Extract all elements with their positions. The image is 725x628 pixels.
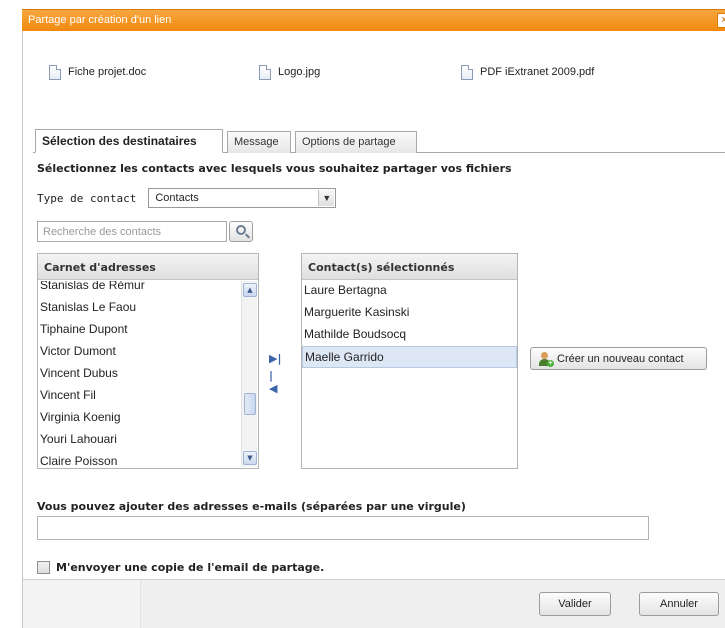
add-contact-arrow-icon[interactable]: ▶| <box>269 352 281 366</box>
list-item[interactable]: Tiphaine Dupont <box>38 319 240 341</box>
scroll-up-icon[interactable]: ▲ <box>243 283 257 297</box>
file-item[interactable]: Fiche projet.doc <box>49 63 146 81</box>
list-item[interactable]: Marguerite Kasinski <box>302 302 517 324</box>
dialog-title-bar: Partage par création d'un lien x <box>22 9 725 31</box>
contact-type-select[interactable]: Contacts ▼ <box>148 188 337 208</box>
contact-search: Recherche des contacts <box>37 221 253 242</box>
document-icon <box>461 64 473 80</box>
move-buttons: ▶| |◀ <box>269 352 281 395</box>
file-item[interactable]: Logo.jpg <box>259 63 320 81</box>
file-name: Fiche projet.doc <box>68 66 147 78</box>
send-copy-label: M'envoyer une copie de l'email de partag… <box>56 561 325 574</box>
contact-type-value: Contacts <box>155 192 199 204</box>
cancel-button[interactable]: Annuler <box>639 592 719 616</box>
scrollbar-thumb[interactable] <box>244 393 256 415</box>
close-icon[interactable]: x <box>717 13 725 28</box>
tab-message[interactable]: Message <box>227 131 291 153</box>
validate-button[interactable]: Valider <box>539 592 611 616</box>
list-item[interactable]: Youri Lahouari <box>38 429 240 451</box>
instruction-text: Sélectionnez les contacts avec lesquels … <box>37 162 512 175</box>
create-contact-label: Créer un nouveau contact <box>557 352 684 365</box>
selected-contacts-list[interactable]: Contact(s) sélectionnés Laure Bertagna M… <box>301 253 518 469</box>
list-item[interactable]: Victor Dumont <box>38 341 240 363</box>
dialog-footer: Valider Annuler <box>23 579 725 628</box>
address-book-items: Stanislas de Rémur Stanislas Le Faou Tip… <box>38 281 240 468</box>
list-item[interactable]: Mathilde Boudsocq <box>302 324 517 346</box>
search-input[interactable]: Recherche des contacts <box>37 221 227 242</box>
file-item[interactable]: PDF iExtranet 2009.pdf <box>461 63 594 81</box>
file-name: PDF iExtranet 2009.pdf <box>480 66 595 78</box>
dialog-body: Fiche projet.doc Logo.jpg PDF iExtranet … <box>22 31 725 628</box>
contact-type-row: Type de contact Contacts ▼ <box>37 187 337 209</box>
list-item[interactable]: Stanislas Le Faou <box>38 297 240 319</box>
document-icon <box>49 64 61 80</box>
footer-side-panel <box>23 580 141 628</box>
add-user-icon: + <box>538 351 554 367</box>
scroll-down-icon[interactable]: ▼ <box>243 451 257 465</box>
document-icon <box>259 64 271 80</box>
dialog-title: Partage par création d'un lien <box>28 14 172 26</box>
email-label: Vous pouvez ajouter des adresses e-mails… <box>37 500 466 513</box>
selected-contacts-header: Contact(s) sélectionnés <box>302 254 517 280</box>
file-list: Fiche projet.doc Logo.jpg PDF iExtranet … <box>49 63 725 83</box>
file-name: Logo.jpg <box>278 66 321 78</box>
address-book-list[interactable]: Carnet d'adresses Stanislas de Rémur Sta… <box>37 253 259 469</box>
contact-type-label: Type de contact <box>37 191 137 205</box>
list-item[interactable]: Laure Bertagna <box>302 280 517 302</box>
tab-recipients[interactable]: Sélection des destinataires <box>35 129 223 153</box>
list-item[interactable]: Claire Poisson <box>38 451 240 468</box>
search-icon <box>236 225 246 235</box>
email-field[interactable] <box>37 516 649 540</box>
search-button[interactable] <box>229 221 253 242</box>
address-book-scrollbar[interactable]: ▲ ▼ <box>241 281 257 467</box>
list-item[interactable]: Stanislas de Rémur <box>38 281 240 297</box>
address-book-header: Carnet d'adresses <box>38 254 258 280</box>
list-item[interactable]: Vincent Dubus <box>38 363 240 385</box>
list-item-selected[interactable]: Maelle Garrido <box>302 346 517 368</box>
list-item[interactable]: Vincent Fil <box>38 385 240 407</box>
remove-contact-arrow-icon[interactable]: |◀ <box>269 369 281 395</box>
create-contact-button[interactable]: + Créer un nouveau contact <box>530 347 707 370</box>
copy-option-row: M'envoyer une copie de l'email de partag… <box>37 561 324 574</box>
send-copy-checkbox[interactable] <box>37 561 50 574</box>
tab-sharing-options[interactable]: Options de partage <box>295 131 417 153</box>
tab-strip: Sélection des destinataires Message Opti… <box>33 129 725 153</box>
list-item[interactable]: Virginia Koenig <box>38 407 240 429</box>
chevron-down-icon[interactable]: ▼ <box>318 190 335 206</box>
